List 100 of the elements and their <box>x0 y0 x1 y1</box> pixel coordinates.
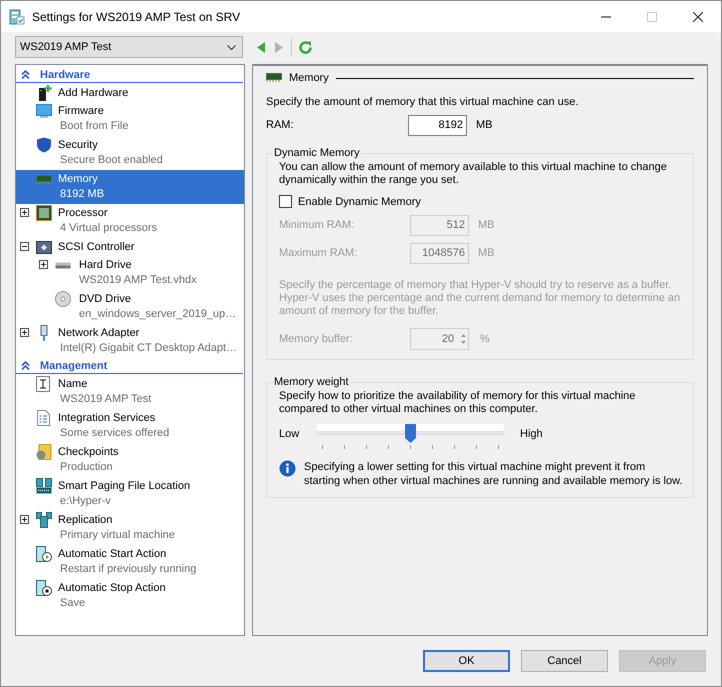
info-icon <box>279 460 296 477</box>
item-title: Security <box>58 138 98 150</box>
slider-thumb[interactable] <box>405 424 416 443</box>
unit-label: MB <box>476 119 492 131</box>
item-title: Integration Services <box>58 412 156 424</box>
server-stop-icon <box>36 580 52 596</box>
collapse-icon[interactable] <box>20 242 29 251</box>
memory-chip-icon <box>266 73 282 83</box>
settings-window-icon <box>9 8 25 24</box>
refresh-icon[interactable] <box>299 40 312 54</box>
dialog-button[interactable]: OK <box>423 650 510 672</box>
field-label: Minimum RAM: <box>279 219 356 231</box>
item-subtitle: Production <box>59 460 114 475</box>
expand-icon[interactable] <box>39 260 48 269</box>
item-subtitle: Save <box>59 596 86 611</box>
item-subtitle: Some services offered <box>59 426 170 441</box>
text-cursor-icon <box>36 376 52 392</box>
folder-clock-icon <box>36 444 52 460</box>
item-subtitle: WS2019 AMP Test.vhdx <box>78 273 198 288</box>
dialog-button[interactable]: Cancel <box>521 650 608 672</box>
panel-title: Memory <box>289 72 329 84</box>
item-subtitle: WS2019 AMP Test <box>59 392 152 407</box>
number-field[interactable]: 8192 <box>408 114 467 136</box>
tree-item[interactable]: Replication Primary virtual machine <box>16 511 244 545</box>
group-title: Memory weight <box>273 376 350 388</box>
description-text: Specify the amount of memory that this virtual machine can use. <box>266 96 580 108</box>
tree-item[interactable]: Checkpoints Production <box>16 443 244 477</box>
item-title: Checkpoints <box>58 446 119 458</box>
server-play-icon <box>36 546 52 562</box>
tree-item[interactable]: SCSI Controller <box>16 238 244 256</box>
section-title: Hardware <box>40 68 90 80</box>
field-label: RAM: <box>266 119 294 131</box>
checkbox[interactable] <box>279 195 292 208</box>
unit-label: MB <box>478 247 494 259</box>
item-subtitle: Restart if previously running <box>59 562 198 577</box>
tree-item[interactable]: DVD Drive en_windows_server_2019_up… <box>16 290 244 324</box>
computer-plus-icon <box>36 84 52 100</box>
chevron-down-icon <box>227 44 236 50</box>
tree-item[interactable]: Firmware Boot from File <box>16 102 244 136</box>
item-title: Name <box>58 378 88 390</box>
item-title: Memory <box>58 172 98 184</box>
item-subtitle: Intel(R) Gigabit CT Desktop Adapt… <box>59 341 238 356</box>
group-title: Dynamic Memory <box>273 147 361 159</box>
note-text: Specifying a lower setting for this virtual machine might prevent it from starting when other virtual machines are running and available memory is low. <box>304 460 683 488</box>
processor-chip-icon <box>36 204 52 220</box>
item-subtitle: Secure Boot enabled <box>59 153 164 168</box>
expand-icon[interactable] <box>20 328 29 337</box>
window-title: Settings for WS2019 AMP Test on SRV <box>32 10 242 24</box>
slider-track[interactable] <box>317 424 504 443</box>
back-arrow-icon[interactable] <box>257 42 265 52</box>
vm-dropdown[interactable]: WS2019 AMP Test <box>15 36 243 58</box>
monitor-icon <box>36 102 52 118</box>
item-title: Add Hardware <box>58 86 128 98</box>
controller-card-icon <box>36 238 52 254</box>
item-title: Network Adapter <box>58 326 140 338</box>
tree-item[interactable]: Integration Services Some services offered <box>16 409 244 443</box>
item-title: Hard Drive <box>79 258 132 270</box>
item-subtitle: Primary virtual machine <box>59 528 176 543</box>
close-icon <box>693 12 703 22</box>
disc-icon <box>55 290 71 306</box>
item-title: Firmware <box>58 104 104 116</box>
unit-label: MB <box>478 219 494 231</box>
checkbox-label: Enable Dynamic Memory <box>298 196 421 208</box>
field-label: Memory buffer: <box>279 333 354 345</box>
item-title: DVD Drive <box>79 292 131 304</box>
slider-min-label: Low <box>279 427 300 441</box>
item-title: Automatic Stop Action <box>58 582 166 594</box>
description-text: Specify how to prioritize the availability of memory for this virtual machine compared to other virtual machines on this computer. <box>279 390 636 416</box>
item-title: Processor <box>58 206 108 218</box>
unit-label: % <box>480 333 490 345</box>
item-subtitle: en_windows_server_2019_up… <box>78 307 238 322</box>
expand-icon[interactable] <box>20 208 29 217</box>
tree-item[interactable]: Name WS2019 AMP Test <box>16 375 244 409</box>
section-title: Management <box>40 360 108 372</box>
item-subtitle: 8192 MB <box>59 187 106 202</box>
item-title: Replication <box>58 514 112 526</box>
description-text: You can allow the amount of memory available to this virtual machine to change dynamically within the range you set. <box>279 161 668 187</box>
item-subtitle: Boot from File <box>59 119 130 134</box>
maximize-icon <box>647 12 657 22</box>
tree-item[interactable]: Smart Paging File Location e:\Hyper-v <box>16 477 244 511</box>
double-chevron-up-icon[interactable] <box>21 70 30 79</box>
tree-item[interactable]: Memory 8192 MB <box>16 170 244 204</box>
item-subtitle: e:\Hyper-v <box>59 494 112 509</box>
server-icon <box>36 512 52 528</box>
expand-icon[interactable] <box>20 515 29 524</box>
item-title: Automatic Start Action <box>58 548 166 560</box>
server-rack-icon <box>36 478 52 494</box>
double-chevron-up-icon[interactable] <box>21 361 30 370</box>
document-icon <box>36 410 52 426</box>
tree-item[interactable]: Security Secure Boot enabled <box>16 136 244 170</box>
tree-item[interactable]: Automatic Stop Action Save <box>16 579 244 613</box>
tree-item[interactable]: Add Hardware <box>16 84 244 102</box>
field-label: Maximum RAM: <box>279 247 358 259</box>
tree-item[interactable]: Processor 4 Virtual processors <box>16 204 244 238</box>
description-text: Specify the percentage of memory that Hyper-V should try to reserve as a buffer. Hyper-V uses the percentage and the current demand for memory to determine an amount of memory for the buffer. <box>279 279 682 318</box>
tree-item[interactable]: Network Adapter Intel(R) Gigabit CT Desktop Adapt… <box>16 324 244 358</box>
slider-max-label: High <box>520 427 544 441</box>
item-title: SCSI Controller <box>58 240 134 252</box>
tree-item[interactable]: Hard Drive WS2019 AMP Test.vhdx <box>16 256 244 290</box>
tree-item[interactable]: Automatic Start Action Restart if previously running <box>16 545 244 579</box>
